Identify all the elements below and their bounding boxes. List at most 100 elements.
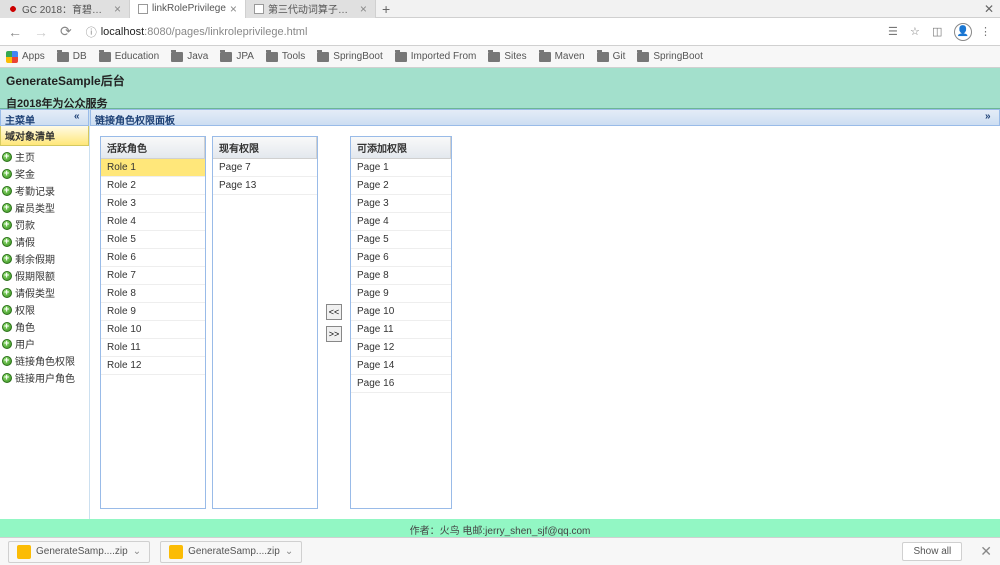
plus-icon (2, 271, 12, 281)
available-privilege-row[interactable]: Page 11 (351, 321, 451, 339)
role-row[interactable]: Role 4 (101, 213, 205, 231)
sidebar-item[interactable]: 链接角色权限 (0, 352, 89, 369)
role-row[interactable]: Role 3 (101, 195, 205, 213)
roles-column-header[interactable]: 活跃角色 (101, 137, 205, 158)
sidebar-item-label: 链接用户角色 (15, 370, 75, 385)
role-row[interactable]: Role 10 (101, 321, 205, 339)
sidebar-item[interactable]: 罚款 (0, 216, 89, 233)
menu-icon[interactable]: ⋮ (980, 25, 994, 39)
remove-privilege-button[interactable]: >> (326, 326, 342, 342)
bookmark-label: JPA (236, 51, 254, 62)
download-item[interactable]: GenerateSamp....zip⌄ (160, 541, 302, 563)
available-privilege-row[interactable]: Page 4 (351, 213, 451, 231)
available-privilege-row[interactable]: Page 1 (351, 159, 451, 177)
available-privilege-row[interactable]: Page 3 (351, 195, 451, 213)
bookmark-item[interactable]: SpringBoot (637, 51, 702, 63)
available-privilege-row[interactable]: Page 16 (351, 375, 451, 393)
window-close-button[interactable]: ✕ (984, 2, 994, 16)
plus-icon (2, 254, 12, 264)
sidebar-item[interactable]: 用户 (0, 335, 89, 352)
role-row[interactable]: Role 12 (101, 357, 205, 375)
available-privilege-row[interactable]: Page 12 (351, 339, 451, 357)
role-row[interactable]: Role 8 (101, 285, 205, 303)
sidebar-item[interactable]: 请假 (0, 233, 89, 250)
show-all-downloads-button[interactable]: Show all (902, 542, 962, 561)
sidebar-item[interactable]: 剩余假期 (0, 250, 89, 267)
content-collapse-icon[interactable]: » (985, 111, 997, 123)
bookmark-item[interactable]: Apps (6, 51, 45, 63)
swap-button-group: << >> (324, 136, 344, 509)
profile-avatar[interactable]: 👤 (954, 23, 972, 41)
available-privilege-row[interactable]: Page 9 (351, 285, 451, 303)
available-privilege-row[interactable]: Page 6 (351, 249, 451, 267)
plus-icon (2, 288, 12, 298)
site-info-icon[interactable]: ⓘ (86, 24, 97, 40)
sidebar-item[interactable]: 链接用户角色 (0, 369, 89, 386)
bookmark-item[interactable]: JPA (220, 51, 254, 63)
tab-close-icon[interactable]: × (114, 2, 121, 16)
role-row[interactable]: Role 11 (101, 339, 205, 357)
role-row[interactable]: Role 5 (101, 231, 205, 249)
sidebar-collapse-icon[interactable]: « (74, 111, 86, 123)
tab-title: 第三代动词算子式代码生 (268, 1, 356, 16)
browser-tab[interactable]: 第三代动词算子式代码生 × (246, 0, 376, 18)
role-row[interactable]: Role 2 (101, 177, 205, 195)
forward-button[interactable]: → (32, 24, 50, 40)
owned-grid: 现有权限 Page 7Page 13 (212, 136, 318, 509)
sidebar-item[interactable]: 主页 (0, 148, 89, 165)
browser-tab-strip: GC 2018：育碧新作《纪元×linkRolePrivilege×第三代动词算… (0, 0, 1000, 18)
sidebar-item[interactable]: 假期限额 (0, 267, 89, 284)
bookmark-item[interactable]: Java (171, 51, 208, 63)
owned-privilege-row[interactable]: Page 7 (213, 159, 317, 177)
folder-icon (171, 52, 183, 62)
bookmark-label: Tools (282, 51, 305, 62)
available-privilege-row[interactable]: Page 2 (351, 177, 451, 195)
sidebar-item[interactable]: 请假类型 (0, 284, 89, 301)
owned-column-header[interactable]: 现有权限 (213, 137, 317, 158)
bookmark-label: Imported From (411, 51, 477, 62)
translate-icon[interactable]: ☰ (888, 25, 902, 39)
plus-icon (2, 237, 12, 247)
add-privilege-button[interactable]: << (326, 304, 342, 320)
bookmark-item[interactable]: Tools (266, 51, 305, 63)
role-row[interactable]: Role 9 (101, 303, 205, 321)
bookmark-item[interactable]: Imported From (395, 51, 477, 63)
role-row[interactable]: Role 6 (101, 249, 205, 267)
sidebar-item[interactable]: 权限 (0, 301, 89, 318)
download-item[interactable]: GenerateSamp....zip⌄ (8, 541, 150, 563)
available-privilege-row[interactable]: Page 8 (351, 267, 451, 285)
bookmark-star-icon[interactable]: ☆ (910, 25, 924, 39)
bookmark-item[interactable]: DB (57, 51, 87, 63)
bookmark-item[interactable]: Education (99, 51, 159, 63)
available-privilege-row[interactable]: Page 5 (351, 231, 451, 249)
bookmark-item[interactable]: Maven (539, 51, 585, 63)
sidebar-item[interactable]: 雇员类型 (0, 199, 89, 216)
folder-icon (395, 52, 407, 62)
browser-tab[interactable]: linkRolePrivilege× (130, 0, 246, 18)
available-privilege-row[interactable]: Page 14 (351, 357, 451, 375)
plus-icon (2, 169, 12, 179)
sidebar-item[interactable]: 角色 (0, 318, 89, 335)
tab-close-icon[interactable]: × (360, 2, 367, 16)
sidebar-item-label: 奖金 (15, 166, 35, 181)
browser-tab[interactable]: GC 2018：育碧新作《纪元× (0, 0, 130, 18)
bookmark-item[interactable]: SpringBoot (317, 51, 382, 63)
available-privilege-row[interactable]: Page 10 (351, 303, 451, 321)
download-bar-close-button[interactable]: ✕ (980, 543, 992, 560)
tab-close-icon[interactable]: × (230, 2, 237, 16)
role-row[interactable]: Role 1 (101, 159, 205, 177)
sidebar-item[interactable]: 奖金 (0, 165, 89, 182)
back-button[interactable]: ← (6, 24, 24, 40)
sidebar-item[interactable]: 考勤记录 (0, 182, 89, 199)
url-field[interactable]: ⓘ localhost :8080/pages/linkroleprivileg… (82, 24, 880, 40)
owned-privilege-row[interactable]: Page 13 (213, 177, 317, 195)
role-row[interactable]: Role 7 (101, 267, 205, 285)
reload-button[interactable]: ⟳ (58, 23, 74, 40)
new-tab-button[interactable]: + (376, 1, 396, 17)
extension-icon[interactable]: ◫ (932, 25, 946, 39)
zip-file-icon (169, 545, 183, 559)
bookmark-item[interactable]: Sites (488, 51, 526, 63)
available-column-header[interactable]: 可添加权限 (351, 137, 451, 158)
domain-list-header[interactable]: 域对象清单 (0, 126, 89, 146)
bookmark-item[interactable]: Git (597, 51, 626, 63)
